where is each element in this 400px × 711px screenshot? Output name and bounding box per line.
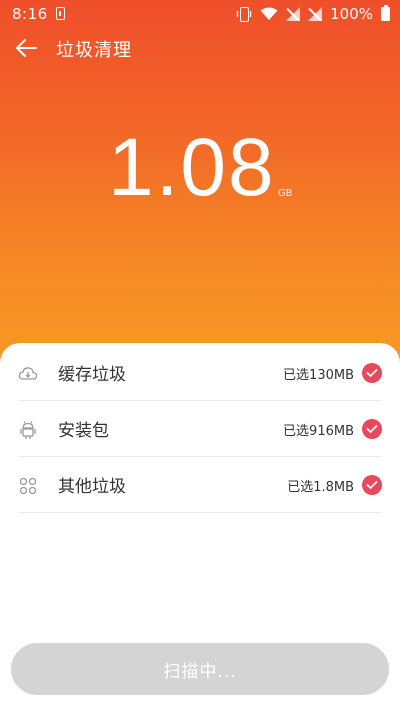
checkmark-icon[interactable]: [362, 419, 382, 439]
junk-category-list: 缓存垃圾 已选130MB 安装包 已选916MB 其他垃圾 已选1.8MB: [18, 345, 382, 513]
category-row-cache[interactable]: 缓存垃圾 已选130MB: [18, 345, 382, 401]
junk-cleaner-screen: 8:16 100% 垃圾清理 1.08 GB 缓存垃圾 已选130MB 安装包 …: [0, 0, 400, 711]
category-row-apk[interactable]: 安装包 已选916MB: [18, 401, 382, 457]
status-time: 8:16: [12, 5, 48, 23]
scan-button[interactable]: 扫描中...: [11, 643, 389, 695]
category-selected-size: 已选916MB: [283, 424, 354, 439]
back-arrow-icon[interactable]: [14, 36, 40, 60]
page-title: 垃圾清理: [56, 40, 132, 61]
grid-icon: [19, 477, 37, 495]
battery-percent: 100%: [330, 5, 373, 23]
status-icons: 100%: [236, 5, 390, 23]
app-bar: 垃圾清理: [0, 28, 400, 68]
category-selected-size: 已选130MB: [283, 368, 354, 383]
checkmark-icon[interactable]: [362, 363, 382, 383]
cloud-download-icon: [18, 367, 38, 380]
wifi-icon: [260, 7, 278, 20]
category-label: 缓存垃圾: [58, 365, 126, 385]
android-icon: [20, 421, 36, 439]
category-label: 其他垃圾: [58, 477, 126, 497]
no-signal-icon: [286, 7, 301, 21]
category-selected-size: 已选1.8MB: [287, 480, 354, 495]
battery-icon: [381, 5, 390, 21]
status-bar: 8:16 100%: [0, 0, 400, 28]
sim-icon: [56, 7, 65, 20]
junk-size-display: 1.08 GB: [0, 118, 400, 218]
junk-size-unit: GB: [278, 188, 293, 199]
no-signal-icon-2: [308, 7, 323, 21]
vibrate-icon: [236, 7, 252, 22]
category-row-other[interactable]: 其他垃圾 已选1.8MB: [18, 457, 382, 513]
junk-size-value: 1.08: [108, 122, 276, 213]
category-label: 安装包: [58, 421, 109, 441]
checkmark-icon[interactable]: [362, 475, 382, 495]
